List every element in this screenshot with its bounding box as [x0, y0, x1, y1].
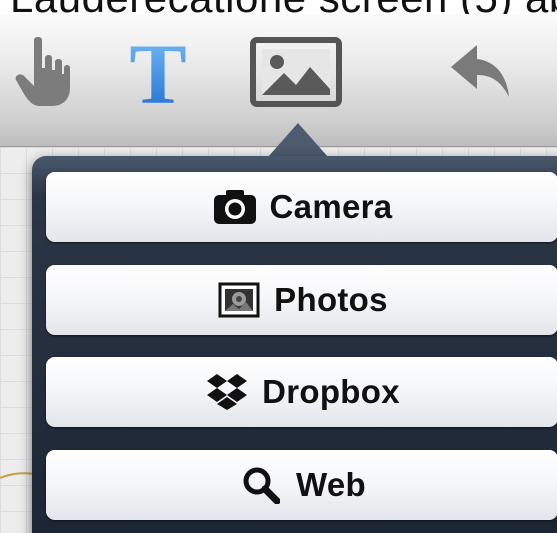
popover-arrow [268, 123, 328, 157]
camera-label: Camera [269, 188, 393, 225]
undo-arrow-icon [447, 41, 513, 108]
dropbox-label: Dropbox [262, 373, 400, 410]
image-icon [250, 36, 342, 112]
web-label: Web [296, 466, 366, 503]
hand-tool-button[interactable] [8, 34, 78, 114]
dropbox-icon [204, 372, 250, 412]
camera-icon [212, 187, 258, 227]
undo-button[interactable] [440, 34, 520, 114]
magnifier-icon [238, 465, 284, 505]
photos-label: Photos [274, 281, 388, 318]
text-tool-button[interactable]: T [118, 26, 198, 122]
dropbox-menu-item[interactable]: Dropbox [46, 357, 557, 427]
photos-menu-item[interactable]: Photos [46, 265, 557, 335]
canvas-stroke [0, 472, 36, 479]
photos-icon [216, 280, 262, 320]
screenshot-frame: Lauderecatione screen (5) above T [0, 0, 557, 533]
hand-pointer-icon [12, 34, 74, 115]
text-t-icon: T [129, 26, 187, 122]
web-menu-item[interactable]: Web [46, 450, 557, 520]
camera-menu-item[interactable]: Camera [46, 172, 557, 242]
image-tool-button[interactable] [248, 34, 344, 114]
